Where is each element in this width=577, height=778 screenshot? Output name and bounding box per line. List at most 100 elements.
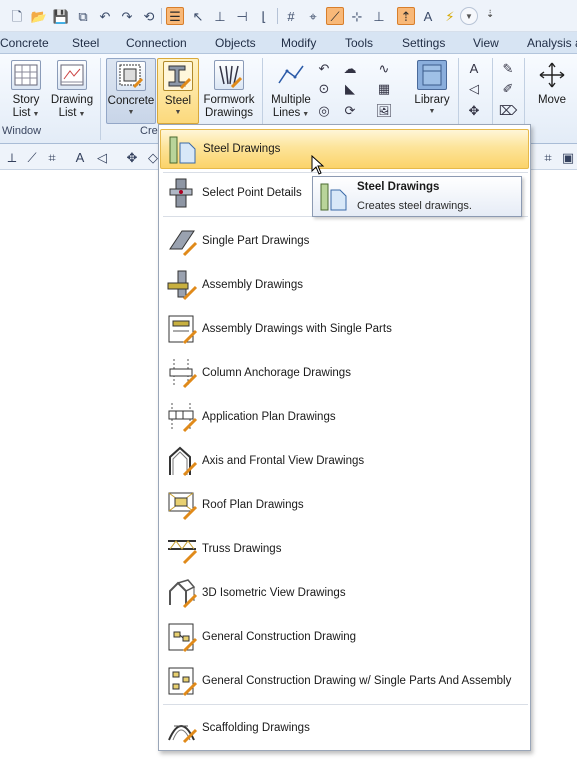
perpendicular-icon[interactable]: ⊥ xyxy=(370,7,388,25)
pen-icon[interactable]: ✐ xyxy=(500,80,516,96)
menu-item-general-construction-drawing-single-parts-assembly[interactable]: General Construction Drawing w/ Single P… xyxy=(160,661,529,701)
menu-label: Column Anchorage Drawings xyxy=(202,367,351,379)
text-style-icon[interactable]: A xyxy=(419,7,437,25)
snap-icon[interactable]: ⌖ xyxy=(304,7,322,25)
undo-icon[interactable]: ↶ xyxy=(96,7,114,25)
menu-item-assembly-drawings[interactable]: Assembly Drawings xyxy=(160,265,529,305)
triangle-tool-icon[interactable]: ◁ xyxy=(94,149,110,165)
save-all-icon[interactable]: ⧉ xyxy=(74,7,92,25)
refresh-icon[interactable]: ⟲ xyxy=(140,7,158,25)
arc-icon[interactable]: ↶ xyxy=(316,60,332,76)
beam-icon[interactable]: ⌊ xyxy=(255,7,273,25)
column-anchorage-icon xyxy=(169,359,198,389)
grid-icon[interactable]: # xyxy=(282,7,300,25)
story-list-button[interactable]: Story List ▼ xyxy=(6,60,46,122)
line-snap-icon[interactable]: ⟋ xyxy=(326,7,344,25)
pan-icon[interactable]: ✥ xyxy=(124,149,140,165)
tab-modify[interactable]: Modify xyxy=(281,36,316,50)
menu-label: Assembly Drawings with Single Parts xyxy=(202,323,392,335)
tab-view[interactable]: View xyxy=(473,36,499,50)
edit-icon[interactable]: ✎ xyxy=(500,60,516,76)
drawing-list-button[interactable]: Drawing List ▼ xyxy=(48,60,96,122)
menu-item-steel-drawings[interactable]: Steel Drawings xyxy=(160,129,529,169)
menu-item-truss-drawings[interactable]: Truss Drawings xyxy=(160,529,529,569)
text-tool-icon[interactable]: A xyxy=(72,149,88,165)
steel-drawings-menu: Steel Drawings Select Point Details Sing… xyxy=(158,124,531,751)
tab-objects[interactable]: Objects xyxy=(215,36,256,50)
ellipse-icon[interactable]: ◎ xyxy=(316,102,332,118)
truss-icon xyxy=(168,540,198,565)
tag-icon[interactable]: ⌦ xyxy=(499,102,517,118)
menu-item-general-construction-drawing[interactable]: General Construction Drawing xyxy=(160,617,529,657)
customize-qat-icon[interactable]: ⇣ xyxy=(486,9,494,20)
quick-access-toolbar: 🗋 📂 💾 ⧉ ↶ ↷ ⟲ ☰ ↖ ⊥ ⊣ ⌊ # ⌖ ⟋ ⊹ ⊥ ⇡ A ⚡ … xyxy=(0,0,577,32)
menu-item-roof-plan-drawings[interactable]: Roof Plan Drawings xyxy=(160,485,529,525)
tab-analysis[interactable]: Analysis a xyxy=(527,36,577,50)
redo-icon[interactable]: ↷ xyxy=(118,7,136,25)
move-button[interactable]: Move xyxy=(530,60,574,122)
formwork-drawings-button[interactable]: Formwork Drawings xyxy=(201,60,257,122)
multiple-lines-button[interactable]: Multiple Lines ▼ xyxy=(266,60,316,122)
menu-item-3d-isometric-view-drawings[interactable]: 3D Isometric View Drawings xyxy=(160,573,529,613)
chevron-down-icon: ▼ xyxy=(127,109,135,116)
circle-icon[interactable]: ⊙ xyxy=(316,80,332,96)
tab-tools[interactable]: Tools xyxy=(345,36,373,50)
grid-display-icon[interactable]: ⌗ xyxy=(540,149,556,165)
menu-label: Single Part Drawings xyxy=(202,235,310,247)
menu-label: Assembly Drawings xyxy=(202,279,303,291)
steel-button[interactable]: Steel ▼ xyxy=(157,58,199,124)
fill-icon[interactable]: ◣ xyxy=(342,80,358,96)
tooltip-description: Creates steel drawings. xyxy=(357,200,472,212)
formwork-label-2: Drawings xyxy=(205,107,253,119)
highlight-icon[interactable]: ⇡ xyxy=(397,7,415,25)
chevron-down-icon: ▼ xyxy=(76,111,86,118)
snap-point-icon[interactable]: ⟂ xyxy=(4,149,20,165)
concrete-label: Concrete xyxy=(107,95,155,107)
column-icon[interactable]: ⊥ xyxy=(211,7,229,25)
panel-toggle-icon[interactable]: ▣ xyxy=(560,149,576,165)
move-copy-icon[interactable]: ✥ xyxy=(466,102,482,118)
point-details-icon xyxy=(169,178,193,208)
menu-item-single-part-drawings[interactable]: Single Part Drawings xyxy=(160,221,529,261)
lightning-icon[interactable]: ⚡ xyxy=(441,7,459,25)
tab-settings[interactable]: Settings xyxy=(402,36,445,50)
tab-connection[interactable]: Connection xyxy=(126,36,187,50)
cloud-icon[interactable]: ☁ xyxy=(342,60,358,76)
new-file-icon[interactable]: 🗋 xyxy=(8,7,26,25)
select-icon[interactable]: ↖ xyxy=(189,7,207,25)
menu-label: Select Point Details xyxy=(202,187,302,199)
menu-item-axis-frontal-view-drawings[interactable]: Axis and Frontal View Drawings xyxy=(160,441,529,481)
eyedropper-icon[interactable]: ⟋ xyxy=(24,149,40,165)
menu-label: Steel Drawings xyxy=(203,143,281,155)
library-button[interactable]: Library ▼ xyxy=(410,60,454,122)
label-icon[interactable]: ⌗ xyxy=(44,149,60,165)
hatch-icon[interactable]: ▦ xyxy=(376,80,392,96)
ortho-icon[interactable]: ⊹ xyxy=(348,7,366,25)
open-folder-icon[interactable]: 📂 xyxy=(30,7,48,25)
menu-label: Roof Plan Drawings xyxy=(202,499,304,511)
polygon-icon[interactable]: ◁ xyxy=(466,80,482,96)
menu-item-application-plan-drawings[interactable]: Application Plan Drawings xyxy=(160,397,529,437)
text-icon[interactable]: A xyxy=(466,60,482,76)
rotate-shape-icon[interactable]: ⟳ xyxy=(342,102,358,118)
chevron-down-icon: ▼ xyxy=(174,109,182,116)
menu-item-assembly-drawings-single-parts[interactable]: Assembly Drawings with Single Parts xyxy=(160,309,529,349)
menu-item-scaffolding-drawings[interactable]: Scaffolding Drawings xyxy=(160,708,529,748)
story-list-label-1: Story xyxy=(12,94,40,106)
qat-dropdown-icon[interactable]: ▼ xyxy=(460,7,478,25)
image-icon[interactable]: 🖼 xyxy=(376,102,393,118)
isometric-view-icon xyxy=(169,579,198,609)
tab-steel[interactable]: Steel xyxy=(72,36,99,50)
dimension-icon[interactable]: ⊣ xyxy=(233,7,251,25)
spline-icon[interactable]: ∿ xyxy=(376,60,392,76)
axis-frontal-view-icon xyxy=(169,446,198,477)
concrete-button[interactable]: Concrete ▼ xyxy=(106,58,156,124)
polyline-icon xyxy=(276,60,306,90)
general-construction-icon xyxy=(168,623,198,653)
save-icon[interactable]: 💾 xyxy=(52,7,70,25)
menu-item-column-anchorage-drawings[interactable]: Column Anchorage Drawings xyxy=(160,353,529,393)
layers-icon[interactable]: ☰ xyxy=(166,7,184,25)
tab-concrete[interactable]: Concrete xyxy=(0,36,49,50)
general-construction-assembly-icon xyxy=(168,667,198,697)
menu-label: 3D Isometric View Drawings xyxy=(202,587,346,599)
